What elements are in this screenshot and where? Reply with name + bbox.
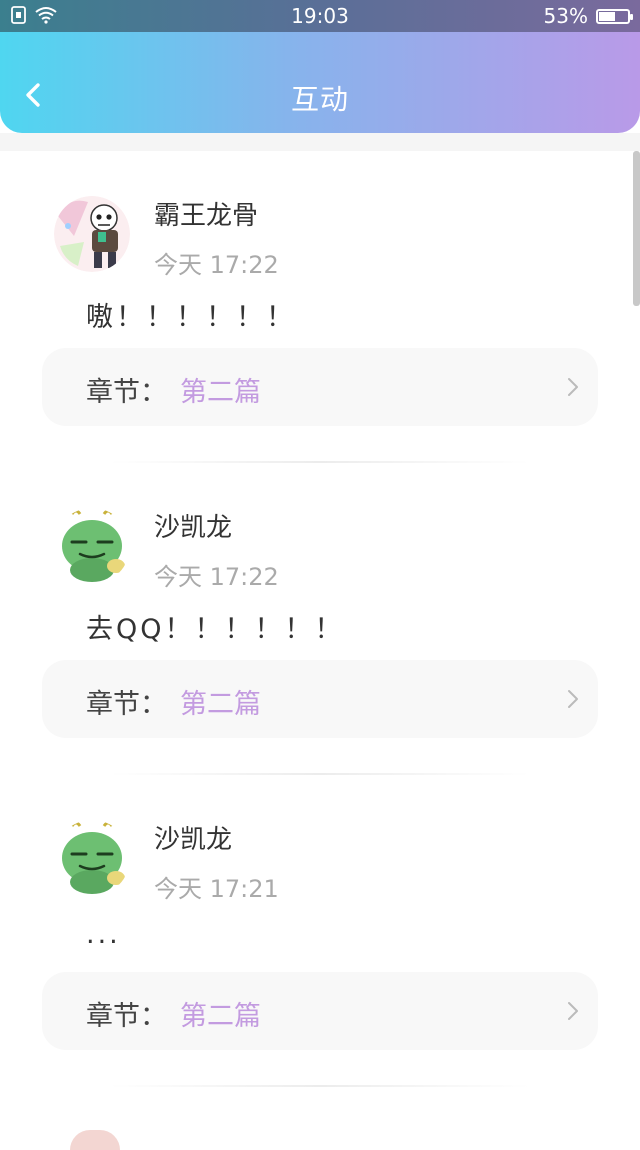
- chapter-link[interactable]: 章节： 第二篇: [42, 348, 598, 426]
- comment-item: 霸王龙骨 今天 17:22 嗷！！！！！！ 章节： 第二篇: [0, 151, 640, 463]
- status-icons-right: 53%: [543, 4, 633, 28]
- chapter-label: 章节：: [86, 1001, 167, 1032]
- avatar[interactable]: [54, 196, 130, 272]
- chevron-right-icon: [568, 1002, 578, 1020]
- comment-time: 今天 17:21: [154, 875, 279, 903]
- chapter-link[interactable]: 章节： 第二篇: [42, 972, 598, 1050]
- status-bar: 19:03 53%: [0, 0, 640, 32]
- comment-time: 今天 17:22: [154, 563, 279, 591]
- comment-content: ...: [86, 919, 121, 950]
- green-dragon-avatar-icon: [54, 820, 130, 896]
- chapter-label: 章节：: [86, 377, 167, 408]
- username[interactable]: 沙凯龙: [154, 507, 232, 544]
- avatar[interactable]: [70, 1130, 120, 1150]
- content-top-spacer: [0, 133, 640, 151]
- chapter-name: 第二篇: [180, 1001, 261, 1032]
- comment-content: 嗷！！！！！！: [86, 302, 296, 333]
- divider: [110, 1085, 530, 1087]
- comment-content: 去QQ！！！！！！: [86, 614, 345, 645]
- username[interactable]: 沙凯龙: [154, 819, 232, 856]
- battery-level: [599, 11, 615, 21]
- battery-percent: 53%: [543, 4, 588, 28]
- chevron-right-icon: [568, 690, 578, 708]
- chapter-name: 第二篇: [180, 689, 261, 720]
- comment-item: 沙凯龙 今天 17:21 ... 章节： 第二篇: [0, 775, 640, 1087]
- comment-item: 沙凯龙 今天 17:22 去QQ！！！！！！ 章节： 第二篇: [0, 463, 640, 775]
- skeleton-character-avatar-icon: [54, 196, 130, 272]
- comment-time: 今天 17:22: [154, 251, 279, 279]
- green-dragon-avatar-icon: [54, 508, 130, 584]
- page-title: 互动: [290, 83, 349, 116]
- app-header: 19:03 53% 互动: [0, 0, 640, 133]
- chapter-name: 第二篇: [180, 377, 261, 408]
- battery-icon: [596, 8, 633, 24]
- chapter-link[interactable]: 章节： 第二篇: [42, 660, 598, 738]
- chevron-right-icon: [568, 378, 578, 396]
- avatar[interactable]: [54, 508, 130, 584]
- username[interactable]: 霸王龙骨: [154, 195, 258, 232]
- chapter-label: 章节：: [86, 689, 167, 720]
- avatar[interactable]: [54, 820, 130, 896]
